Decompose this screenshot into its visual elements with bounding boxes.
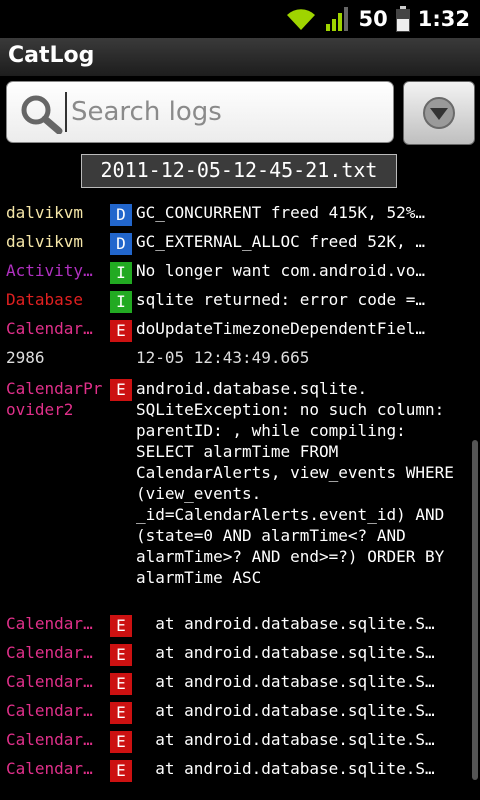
log-level-badge: E <box>110 673 132 695</box>
log-message: at android.database.sqlite.S… <box>136 759 435 778</box>
expanded-log-row[interactable]: CalendarProvider2 E android.database.sql… <box>0 375 480 611</box>
log-row[interactable]: Calendar… E at android.database.sqlite.S… <box>0 756 480 785</box>
log-row[interactable]: Calendar… E at android.database.sqlite.S… <box>0 611 480 640</box>
log-message: at android.database.sqlite.S… <box>136 672 435 691</box>
log-tag: Calendar… <box>6 643 93 662</box>
log-file-name-text: 2011-12-05-12-45-21.txt <box>100 158 378 182</box>
log-message: at android.database.sqlite.S… <box>136 701 435 720</box>
title-bar: CatLog <box>0 38 480 77</box>
log-pid: 2986 <box>6 348 45 367</box>
log-level-badge: E <box>110 702 132 724</box>
log-message: GC_CONCURRENT freed 415K, 52%… <box>136 203 425 222</box>
log-tag: CalendarProvider2 <box>6 379 103 419</box>
app-title: CatLog <box>8 43 95 68</box>
log-file-name: 2011-12-05-12-45-21.txt <box>81 154 397 188</box>
battery-level: 50 <box>358 7 388 31</box>
log-tag: dalvikvm <box>6 232 84 251</box>
log-tag: Calendar… <box>6 759 93 778</box>
log-tag: Database <box>6 290 84 309</box>
log-message: at android.database.sqlite.S… <box>136 643 435 662</box>
status-icons: 50 1:32 <box>285 4 470 34</box>
log-tag: Calendar… <box>6 319 93 338</box>
log-row[interactable]: Activity… I No longer want com.android.v… <box>0 258 480 287</box>
signal-icon <box>325 7 348 31</box>
log-tag: Calendar… <box>6 672 93 691</box>
log-level-badge: E <box>110 760 132 782</box>
log-level-badge: I <box>110 291 132 313</box>
log-message: at android.database.sqlite.S… <box>136 614 435 633</box>
log-row[interactable]: dalvikvm D GC_EXTERNAL_ALLOC freed 52K, … <box>0 229 480 258</box>
wifi-icon <box>286 9 315 31</box>
log-tag: dalvikvm <box>6 203 84 222</box>
log-level-badge: E <box>110 731 132 753</box>
log-row[interactable]: Calendar… E at android.database.sqlite.S… <box>0 727 480 756</box>
log-level-badge: E <box>110 615 132 637</box>
log-row[interactable]: Database I sqlite returned: error code =… <box>0 287 480 316</box>
log-level-badge: I <box>110 262 132 284</box>
log-message: at android.database.sqlite.S… <box>136 730 435 749</box>
log-tag: Activity… <box>6 261 93 280</box>
log-tag: Calendar… <box>6 614 93 633</box>
menu-dropdown-button[interactable] <box>403 81 475 145</box>
log-message: sqlite returned: error code =… <box>136 290 425 309</box>
log-list[interactable]: dalvikvm D GC_CONCURRENT freed 415K, 52%… <box>0 200 480 800</box>
search-bar <box>0 76 480 154</box>
log-level-badge: D <box>110 204 132 226</box>
log-level-badge: E <box>110 644 132 666</box>
log-message: No longer want com.android.vo… <box>136 261 425 280</box>
log-row[interactable]: Calendar… E doUpdateTimezoneDependentFie… <box>0 316 480 345</box>
log-tag: Calendar… <box>6 701 93 720</box>
search-field[interactable] <box>6 81 394 143</box>
log-row[interactable]: Calendar… E at android.database.sqlite.S… <box>0 640 480 669</box>
search-icon <box>21 95 63 134</box>
log-timestamp: 12-05 12:43:49.665 <box>136 348 310 367</box>
log-message: android.database.sqlite. SQLiteException… <box>136 379 454 587</box>
log-row[interactable]: dalvikvm D GC_CONCURRENT freed 415K, 52%… <box>0 200 480 229</box>
log-level-badge: E <box>110 320 132 342</box>
log-message: doUpdateTimezoneDependentFiel… <box>136 319 425 338</box>
log-row[interactable]: Calendar… E at android.database.sqlite.S… <box>0 669 480 698</box>
log-message: GC_EXTERNAL_ALLOC freed 52K, … <box>136 232 425 251</box>
chevron-down-icon <box>423 97 455 129</box>
search-input[interactable] <box>65 92 389 132</box>
log-level-badge: D <box>110 233 132 255</box>
scrollbar[interactable] <box>472 440 478 780</box>
log-tag: Calendar… <box>6 730 93 749</box>
log-level-badge: E <box>110 379 132 401</box>
log-row[interactable]: Calendar… E at android.database.sqlite.S… <box>0 698 480 727</box>
status-bar: 50 1:32 <box>0 0 480 38</box>
expanded-log-header[interactable]: 2986 12-05 12:43:49.665 <box>0 345 480 375</box>
battery-icon <box>395 6 410 32</box>
clock: 1:32 <box>417 7 470 31</box>
